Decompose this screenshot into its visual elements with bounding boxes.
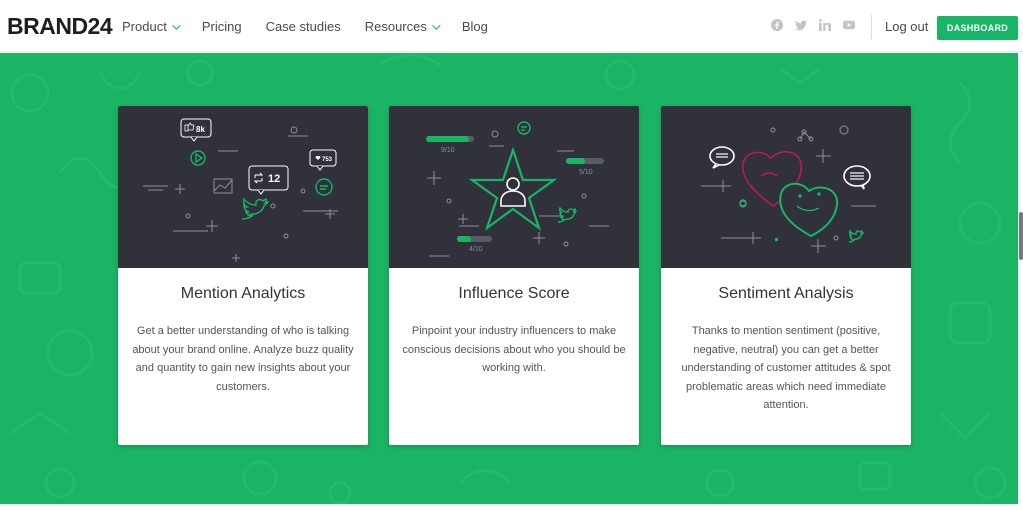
nav-item-label: Pricing bbox=[201, 19, 242, 34]
score-label-b: 5/10 bbox=[579, 169, 593, 176]
nav-item-label: Product bbox=[122, 19, 167, 34]
card-description: Pinpoint your industry influencers to ma… bbox=[402, 325, 626, 374]
nav-item-case-studies[interactable]: Case studies bbox=[266, 19, 341, 34]
likes-count: 8k bbox=[196, 125, 205, 134]
main-nav: Product Pricing Case studies Resources B… bbox=[122, 19, 512, 34]
card-description: Get a better understanding of who is tal… bbox=[132, 325, 354, 393]
facebook-icon[interactable] bbox=[771, 19, 783, 31]
page-bottom-strip bbox=[0, 504, 1023, 510]
dashboard-button[interactable]: DASHBOARD bbox=[937, 16, 1018, 40]
retweets-count: 12 bbox=[268, 173, 280, 185]
mention-analytics-illustration: 8k 12 753 bbox=[118, 106, 368, 268]
card-title: Mention Analytics bbox=[180, 285, 306, 302]
score-label-a: 9/10 bbox=[441, 147, 455, 154]
scrollbar-thumb[interactable] bbox=[1019, 212, 1023, 260]
logout-link[interactable]: Log out bbox=[885, 19, 928, 34]
card-description: Thanks to mention sentiment (positive, n… bbox=[681, 325, 891, 411]
feature-card-influence-score[interactable]: 9/10 5/10 4/10 Influence Score Pinpoint … bbox=[389, 106, 639, 445]
chevron-down-icon bbox=[171, 20, 181, 30]
nav-item-label: Blog bbox=[461, 19, 488, 34]
influence-score-graphic: 9/10 5/10 4/10 bbox=[426, 121, 609, 257]
brand-logo[interactable]: BRAND24 bbox=[7, 13, 113, 40]
card-title: Influence Score bbox=[458, 285, 570, 302]
nav-item-product[interactable]: Product bbox=[122, 19, 181, 34]
nav-item-resources[interactable]: Resources bbox=[364, 19, 441, 34]
feature-card-mention-analytics[interactable]: 8k 12 753 Mention Analytics Get a better… bbox=[118, 106, 368, 445]
social-links bbox=[771, 19, 855, 31]
twitter-icon[interactable] bbox=[795, 19, 807, 31]
card-title: Sentiment Analysis bbox=[718, 285, 854, 302]
hearts-count: 753 bbox=[322, 157, 333, 163]
sentiment-analysis-illustration bbox=[661, 106, 911, 268]
sentiment-analysis-graphic bbox=[701, 125, 876, 253]
score-label-c: 4/10 bbox=[469, 246, 483, 253]
youtube-icon[interactable] bbox=[843, 19, 855, 31]
features-section: 8k 12 753 Mention Analytics Get a better… bbox=[0, 53, 1018, 504]
chevron-down-icon bbox=[432, 20, 441, 30]
nav-item-pricing[interactable]: Pricing bbox=[202, 19, 242, 34]
feature-card-sentiment-analysis[interactable]: Sentiment Analysis Thanks to mention sen… bbox=[661, 106, 911, 445]
mention-analytics-graphic: 8k 12 753 bbox=[143, 118, 338, 262]
linkedin-icon[interactable] bbox=[819, 19, 831, 31]
top-navbar: BRAND24 Product Pricing Case studies Res… bbox=[0, 0, 1023, 52]
nav-item-label: Case studies bbox=[265, 19, 341, 34]
influence-score-illustration: 9/10 5/10 4/10 bbox=[389, 106, 639, 268]
nav-divider bbox=[871, 15, 872, 39]
nav-item-label: Resources bbox=[364, 19, 427, 34]
nav-item-blog[interactable]: Blog bbox=[462, 19, 488, 34]
